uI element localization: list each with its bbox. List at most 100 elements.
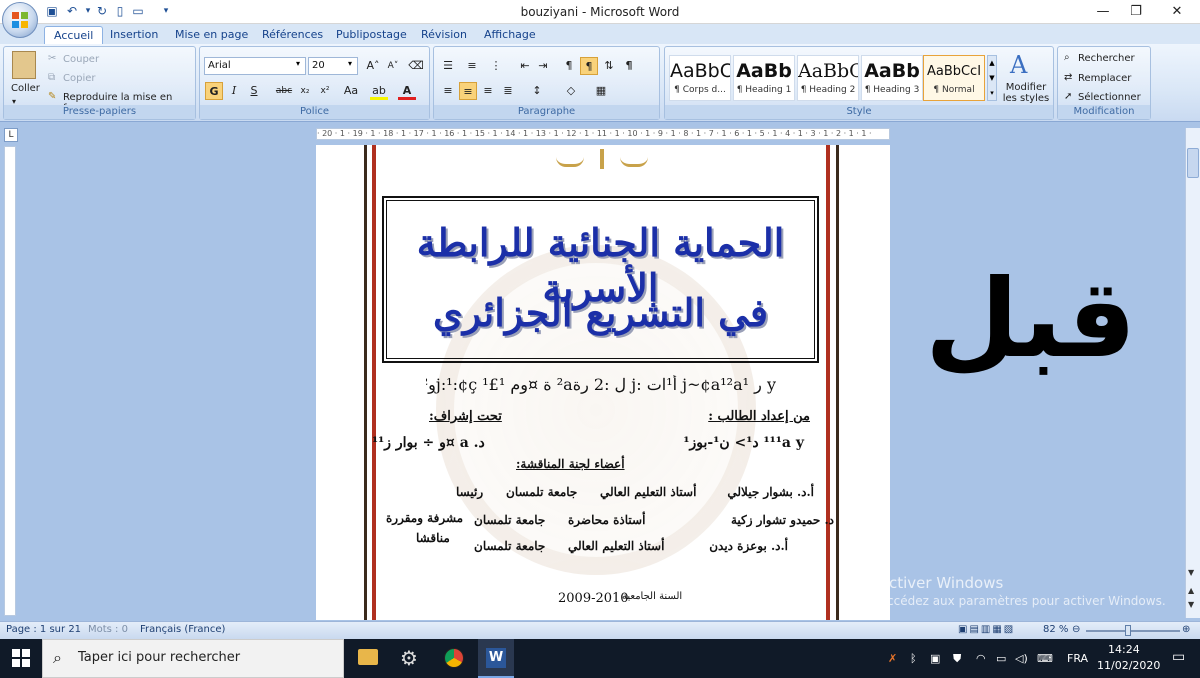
- tab-selector-button[interactable]: L: [4, 128, 18, 142]
- superscript-icon[interactable]: x²: [316, 82, 334, 100]
- show-marks-icon[interactable]: ¶: [620, 57, 638, 75]
- zoom-in-icon[interactable]: ⊕: [1182, 624, 1190, 635]
- zoom-level[interactable]: 82 %: [1043, 624, 1068, 635]
- copy-icon[interactable]: ⧉: [48, 72, 55, 83]
- tab-revision[interactable]: Révision: [412, 26, 476, 44]
- change-case-button[interactable]: Aa: [338, 82, 364, 100]
- format-painter-icon[interactable]: ✎: [48, 91, 56, 102]
- cut-icon[interactable]: ✂: [48, 53, 56, 64]
- justify-icon[interactable]: ≣: [499, 82, 517, 100]
- paste-button[interactable]: Coller: [11, 83, 40, 94]
- word-taskbar-button[interactable]: W: [478, 639, 514, 678]
- subscript-icon[interactable]: x₂: [296, 82, 314, 100]
- ltr-icon[interactable]: ¶: [560, 57, 578, 75]
- zoom-out-icon[interactable]: ⊖: [1072, 624, 1080, 635]
- volume-icon[interactable]: ◁): [1015, 652, 1028, 665]
- open-folder-icon[interactable]: ▭: [130, 3, 146, 19]
- clock-date[interactable]: 11/02/2020: [1097, 659, 1160, 672]
- scroll-down-icon[interactable]: ▼: [1188, 568, 1194, 577]
- document-page[interactable]: الحماية الجنائية للرابطة الأسرية في التش…: [316, 145, 890, 620]
- font-name-dropdown-icon[interactable]: ▾: [296, 59, 300, 68]
- font-name-input[interactable]: Arial: [204, 57, 306, 75]
- bluetooth-icon[interactable]: ᛒ: [910, 652, 917, 665]
- tab-publipostage[interactable]: Publipostage: [327, 26, 416, 44]
- shading-icon[interactable]: ◇: [562, 82, 580, 100]
- windows-start-icon[interactable]: [12, 649, 30, 667]
- maximize-button[interactable]: ❐: [1113, 0, 1159, 24]
- style-normal[interactable]: AaBbCcI ¶ Normal: [923, 55, 985, 101]
- keyboard-icon[interactable]: ⌨: [1037, 652, 1053, 665]
- wifi-icon[interactable]: ◠: [976, 652, 986, 665]
- tab-accueil[interactable]: Accueil: [44, 26, 104, 44]
- paste-icon[interactable]: [12, 51, 36, 79]
- style-heading-3[interactable]: AaBb ¶ Heading 3: [861, 55, 923, 101]
- battery-icon[interactable]: ▭: [996, 652, 1006, 665]
- style-corps[interactable]: AaBbCc ¶ Corps d...: [669, 55, 731, 101]
- notifications-icon[interactable]: ▭: [1172, 649, 1185, 665]
- font-size-dropdown-icon[interactable]: ▾: [348, 59, 352, 68]
- tab-insertion[interactable]: Insertion: [101, 26, 167, 44]
- input-language[interactable]: FRA: [1067, 652, 1088, 665]
- increase-indent-icon[interactable]: ⇥: [534, 57, 552, 75]
- office-button[interactable]: [2, 2, 38, 38]
- decrease-indent-icon[interactable]: ⇤: [516, 57, 534, 75]
- rtl-icon[interactable]: ¶: [580, 57, 598, 75]
- italic-button[interactable]: I: [225, 82, 243, 100]
- shrink-font-icon[interactable]: A˅: [384, 57, 402, 75]
- tab-references[interactable]: Références: [253, 26, 332, 44]
- word-count[interactable]: Mots : 0: [88, 624, 128, 635]
- find-button[interactable]: Rechercher: [1078, 53, 1135, 64]
- select-button[interactable]: Sélectionner: [1078, 92, 1141, 103]
- cut-button[interactable]: Couper: [63, 54, 99, 65]
- select-icon[interactable]: ➚: [1064, 91, 1072, 102]
- tab-mise-en-page[interactable]: Mise en page: [166, 26, 257, 44]
- language-indicator[interactable]: Français (France): [140, 624, 225, 635]
- save-icon[interactable]: ▣: [44, 3, 60, 19]
- vertical-scrollbar[interactable]: ▼ ▲ ▼: [1185, 128, 1200, 618]
- chrome-icon[interactable]: [444, 648, 464, 668]
- zoom-slider-thumb[interactable]: [1125, 625, 1131, 636]
- clear-format-icon[interactable]: ⌫: [407, 57, 425, 75]
- copy-button[interactable]: Copier: [63, 73, 96, 84]
- vertical-ruler[interactable]: [4, 146, 16, 616]
- style-heading-1[interactable]: AaBb ¶ Heading 1: [733, 55, 795, 101]
- next-page-icon[interactable]: ▼: [1188, 600, 1194, 609]
- strikethrough-icon[interactable]: abc: [275, 82, 293, 100]
- undo-icon[interactable]: ↶: [64, 3, 80, 19]
- horizontal-ruler[interactable]: · 20 · 1 · 19 · 1 · 18 · 1 · 17 · 1 · 16…: [316, 128, 890, 140]
- new-document-icon[interactable]: ▯: [112, 3, 128, 19]
- bold-button[interactable]: G: [205, 82, 223, 100]
- clock-time[interactable]: 14:24: [1108, 643, 1140, 656]
- file-explorer-icon[interactable]: [358, 649, 378, 665]
- multilevel-list-icon[interactable]: ⋮: [487, 57, 505, 75]
- align-center-icon[interactable]: ≡: [459, 82, 477, 100]
- zoom-slider[interactable]: [1086, 630, 1180, 632]
- align-right-icon[interactable]: ≡: [479, 82, 497, 100]
- settings-gear-icon[interactable]: ⚙: [400, 646, 418, 670]
- borders-icon[interactable]: ▦: [592, 82, 610, 100]
- font-color-icon[interactable]: A: [398, 82, 416, 100]
- scroll-thumb[interactable]: [1187, 148, 1199, 178]
- close-button[interactable]: ✕: [1154, 0, 1200, 24]
- line-spacing-icon[interactable]: ↕: [528, 82, 546, 100]
- tray-app-icon[interactable]: ✗: [888, 652, 897, 665]
- styles-scroll[interactable]: ▲ ▼ ▾: [987, 55, 997, 101]
- security-icon[interactable]: ⛊: [953, 652, 961, 666]
- sort-icon[interactable]: ⇅: [600, 57, 618, 75]
- underline-button[interactable]: S: [245, 82, 263, 100]
- view-buttons-icon[interactable]: ▣▤▥▦▧: [958, 624, 1015, 635]
- tray-icon[interactable]: ▣: [930, 652, 940, 665]
- style-heading-2[interactable]: AaBbC ¶ Heading 2: [797, 55, 859, 101]
- customize-toolbar-icon[interactable]: ▾: [158, 3, 174, 19]
- find-icon[interactable]: ⌕: [1064, 52, 1070, 63]
- modify-styles-button[interactable]: Modifier les styles: [1001, 82, 1051, 104]
- grow-font-icon[interactable]: A˄: [364, 57, 382, 75]
- align-left-icon[interactable]: ≡: [439, 82, 457, 100]
- prev-page-icon[interactable]: ▲: [1188, 586, 1194, 595]
- page-indicator[interactable]: Page : 1 sur 21: [6, 624, 81, 635]
- bullets-icon[interactable]: ☰: [439, 57, 457, 75]
- tab-affichage[interactable]: Affichage: [475, 26, 545, 44]
- replace-icon[interactable]: ⇄: [1064, 72, 1072, 83]
- highlight-icon[interactable]: ab: [370, 82, 388, 100]
- modify-styles-icon[interactable]: A: [1010, 51, 1027, 79]
